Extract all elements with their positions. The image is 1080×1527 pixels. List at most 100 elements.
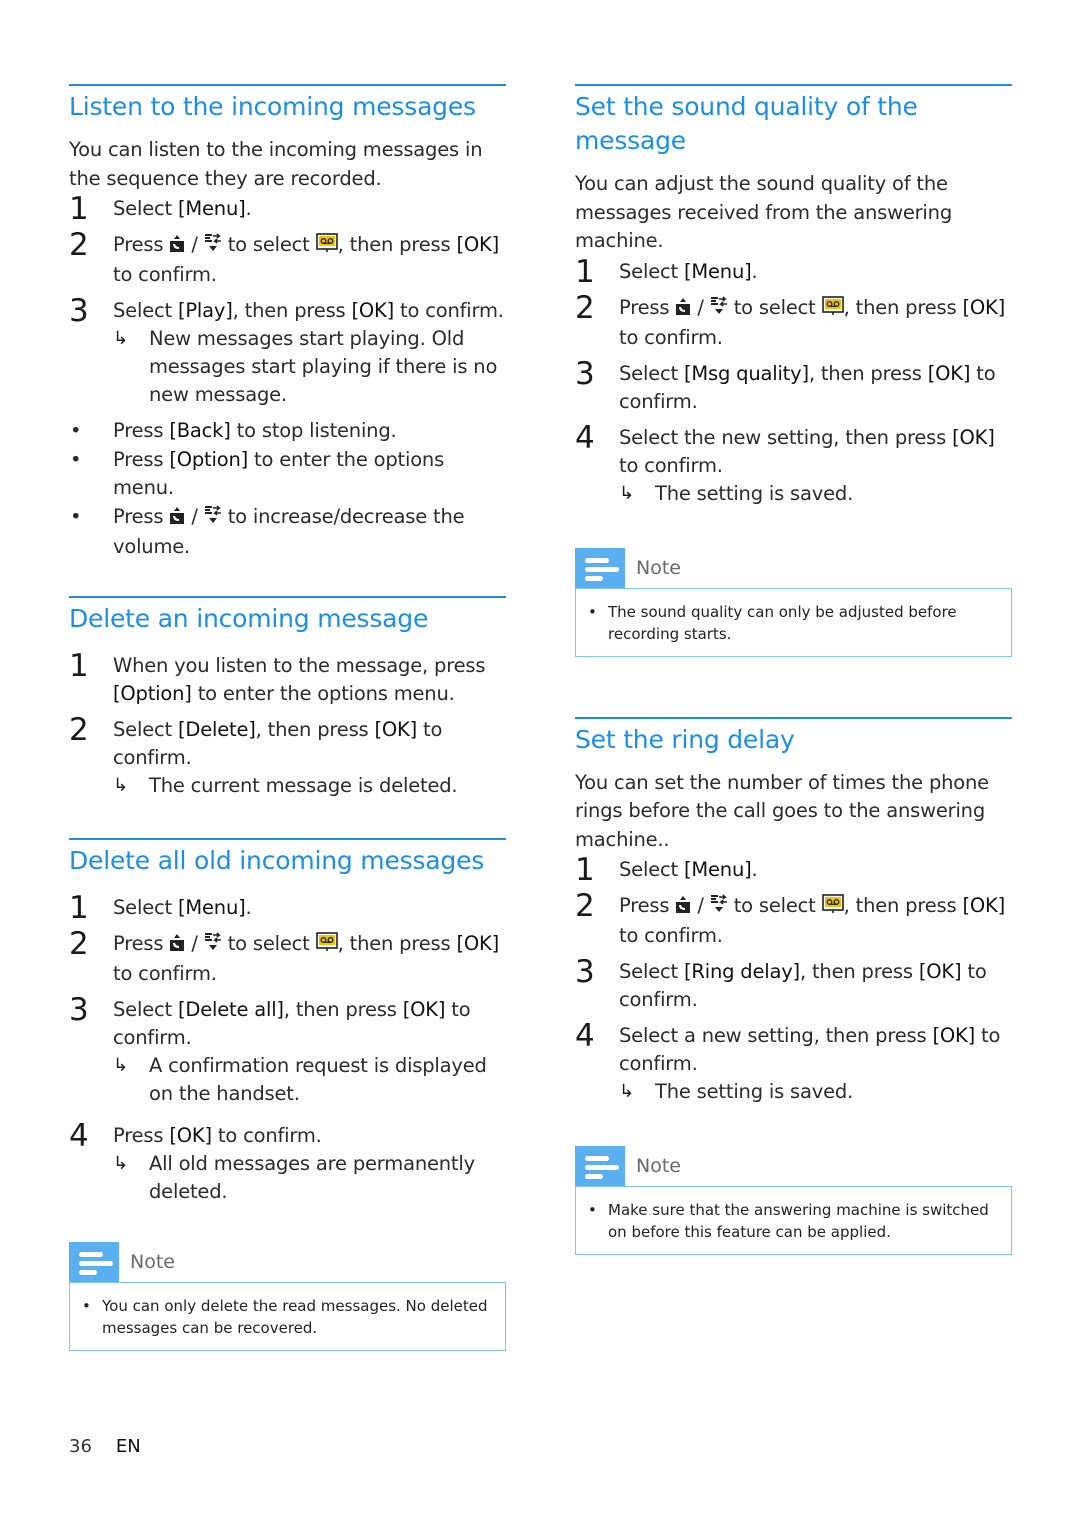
step-text: to enter the options menu. [191,681,455,705]
delete-keyword: [Delete] [177,717,256,741]
step-text: Press [113,233,170,256]
result-text: The setting is saved. [655,1080,854,1103]
step-text: Select [113,997,178,1021]
answering-machine-icon [315,931,338,960]
note-box: Note • You can only delete the read mess… [69,1241,506,1351]
step: 1 Select [Menu]. [69,890,506,926]
step-text: . [245,197,252,220]
bullet-text: Press [113,419,170,442]
ok-keyword: [OK] [351,299,395,322]
note-label: Note [636,1155,681,1177]
note-body: • Make sure that the answering machine i… [575,1186,1012,1255]
step-result: ↳ A confirmation request is displayed on… [113,1052,506,1108]
note-icon [575,547,625,588]
section-intro: You can listen to the incoming messages … [69,138,483,190]
step-result: ↳ The setting is saved. [619,1078,1012,1106]
option-keyword: [Option] [169,447,249,471]
bullet-icon: • [70,447,82,471]
left-column: Listen to the incoming messages You can … [69,84,506,1351]
result-arrow-icon: ↳ [113,774,128,796]
handset-up-icon [675,894,691,922]
step: 3 Select [Delete all], then press [OK] t… [69,992,506,1108]
ok-keyword: [OK] [952,425,995,449]
note-text: You can only delete the read messages. N… [102,1296,488,1337]
section-title: Delete all old incoming messages [69,845,485,875]
step-text: / [185,233,204,256]
answering-machine-icon [315,233,338,261]
ok-keyword: [OK] [456,233,500,256]
section-title: Listen to the incoming messages [69,92,476,121]
step: 2 Press / to select , then press [OK] to… [575,888,1012,950]
back-keyword: [Back] [169,419,231,442]
bullet-icon: • [70,504,82,528]
step: 1 Select [Menu]. [69,191,506,227]
msg-quality-keyword: [Msg quality] [683,361,809,385]
menu-keyword: [Menu] [177,197,246,220]
step-number: 3 [575,355,595,392]
section-rule [69,84,506,86]
handset-up-icon [169,233,185,261]
bullet-icon: • [588,1201,597,1219]
menu-keyword: [Menu] [177,895,246,919]
bullet-item: • Press / to increase/decrease the volum… [69,503,506,562]
step: 4 Select the new setting, then press [OK… [575,420,1012,508]
step-text: , then press [808,361,928,385]
step-text: to select [727,894,822,917]
step: 4 Press [OK] to confirm. ↳ All old messa… [69,1118,506,1206]
note-header: Note [575,547,1012,588]
step-result: ↳ The current message is deleted. [113,772,506,800]
step: 2 Press / to select , then press [OK] to… [69,227,506,289]
section-rule [69,837,506,840]
section-title: Set the ring delay [575,724,795,754]
note-box: Note • Make sure that the answering mach… [575,1146,1012,1255]
handset-down-icon [204,504,222,534]
step-text: to confirm. [211,1123,322,1147]
section-title: Delete an incoming message [69,603,429,633]
step-result: ↳ The setting is saved. [619,480,1012,508]
ok-keyword: [OK] [927,361,971,385]
result-text: A confirmation request is displayed on t… [149,1053,487,1105]
step-number: 4 [69,1117,89,1154]
answering-machine-icon [821,894,844,922]
step-number: 2 [69,227,89,263]
result-text: The setting is saved. [655,481,854,505]
ok-keyword: [OK] [962,295,1006,319]
step: 1 Select [Menu]. [575,852,1012,888]
step-text: . [245,895,252,919]
step: 3 Select [Play], then press [OK] to conf… [69,293,506,409]
step: 3 Select [Ring delay], then press [OK] t… [575,954,1012,1014]
step: 2 Press / to select , then press [OK] to… [69,926,506,988]
step-text: Select [113,717,178,741]
step-number: 4 [575,1018,595,1054]
step-number: 1 [575,852,595,888]
step-text: Select [619,361,684,385]
result-text: New messages start playing. Old messages… [149,327,498,406]
bullet-list: • Press [Back] to stop listening. • Pres… [69,417,506,562]
delete-all-keyword: [Delete all] [177,997,284,1021]
section-delete-all: Delete all old incoming messages 1 Selec… [69,837,506,1351]
step-text: to confirm. [619,325,723,349]
step-text: , then press [799,960,919,983]
bullet-text: Press [113,504,170,528]
step-text: , then press [255,717,375,741]
section-ring-delay: Set the ring delay You can set the numbe… [575,716,1012,1255]
note-header: Note [69,1241,506,1282]
section-title: Set the sound quality of the message [575,92,918,155]
step-text: to confirm. [619,453,723,477]
step-text: . [751,858,758,881]
menu-keyword: [Menu] [683,259,752,283]
steps-list: 1 Select [Menu]. 2 Press / to select , t… [575,254,1012,508]
section-delete-one: Delete an incoming message 1 When you li… [69,595,506,800]
ok-keyword: [OK] [962,894,1006,917]
step-text: Select [619,858,684,881]
step-text: / [691,894,710,917]
step-text: Select [619,259,684,283]
step-text: / [691,295,710,319]
step-text: to confirm. [113,961,217,985]
step-text: , then press [843,295,963,319]
result-arrow-icon: ↳ [113,328,128,349]
note-icon [575,1146,625,1186]
step-number: 2 [69,925,89,962]
note-box: Note • The sound quality can only be adj… [575,547,1012,657]
step-text: to confirm. [113,263,217,286]
